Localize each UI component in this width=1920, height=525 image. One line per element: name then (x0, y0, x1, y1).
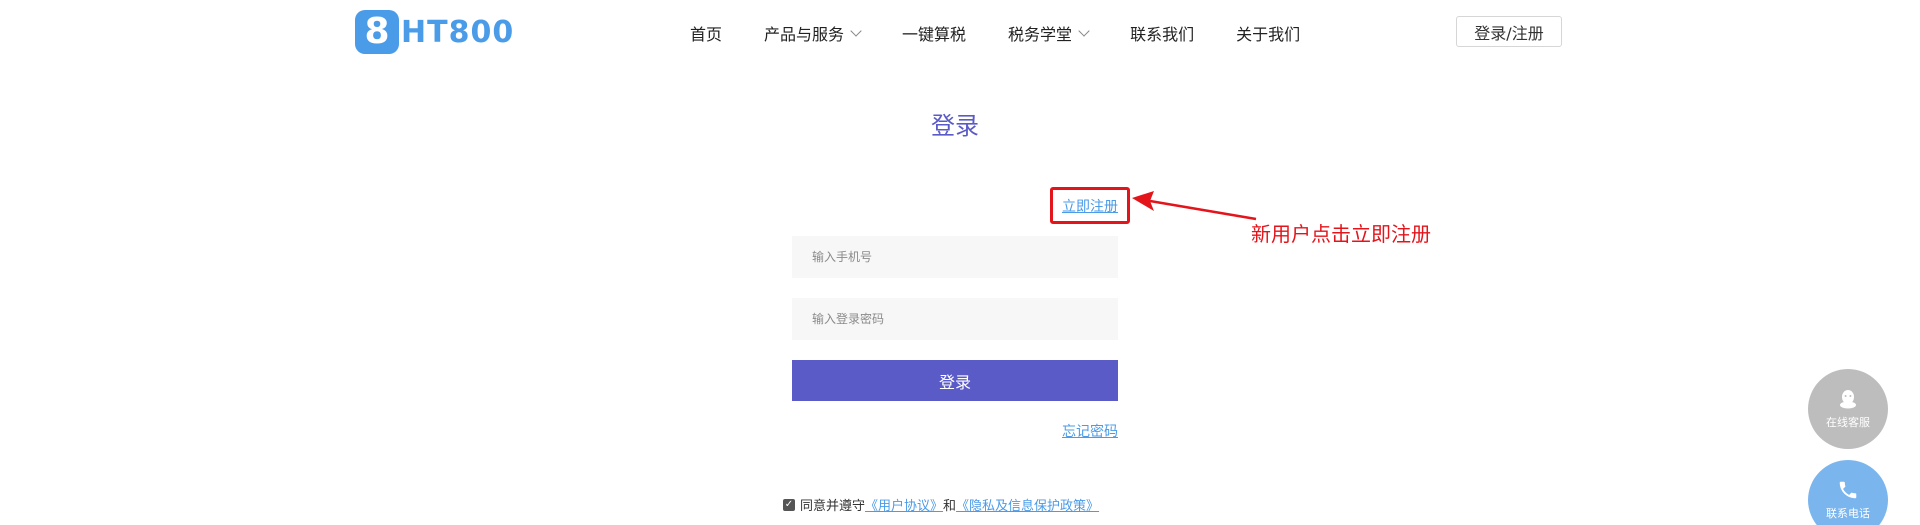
qq-icon (1840, 390, 1856, 409)
nav-item-label: 联系我们 (1130, 25, 1195, 44)
login-button[interactable]: 登录 (792, 360, 1118, 401)
nav-item-tax-school[interactable]: 税务学堂 (1008, 21, 1090, 45)
nav-item-label: 关于我们 (1236, 25, 1301, 44)
logo-badge: 8 (355, 10, 399, 54)
logo-text: HT800 (401, 14, 515, 50)
online-service-label: 在线客服 (1826, 416, 1870, 429)
nav-item-about[interactable]: 关于我们 (1236, 21, 1300, 45)
login-register-button[interactable]: 登录/注册 (1456, 16, 1562, 47)
online-service-button[interactable]: 在线客服 (1808, 369, 1888, 449)
main-nav: 首页 产品与服务 一键算税 税务学堂 联系我们 关于我们 (690, 20, 1342, 46)
nav-item-tax-calc[interactable]: 一键算税 (902, 21, 966, 45)
register-link-highlight: 立即注册 (1050, 187, 1130, 224)
privacy-policy-link[interactable]: 《隐私及信息保护政策》 (956, 495, 1099, 514)
logo[interactable]: 8 HT800 (355, 9, 514, 55)
annotation-arrow (1132, 191, 1257, 221)
agreement-and: 和 (943, 499, 957, 514)
header: 8 HT800 首页 产品与服务 一键算税 税务学堂 联系我们 关于我们 登录/… (0, 0, 1920, 64)
contact-phone-button[interactable]: 联系电话 (1808, 460, 1888, 525)
nav-item-label: 一键算税 (902, 25, 967, 44)
register-link[interactable]: 立即注册 (1062, 196, 1118, 216)
nav-item-contact[interactable]: 联系我们 (1130, 21, 1194, 45)
page-title: 登录 (931, 112, 979, 140)
forgot-password-link[interactable]: 忘记密码 (1050, 421, 1118, 441)
nav-item-label: 税务学堂 (1008, 25, 1073, 44)
user-agreement-link[interactable]: 《用户协议》 (865, 495, 943, 514)
agreement-checkbox[interactable]: ✓ (783, 498, 795, 511)
chevron-down-icon (1078, 24, 1090, 37)
agreement-prefix: 同意并遵守 (800, 499, 866, 514)
annotation-text: 新用户点击立即注册 (1251, 222, 1431, 246)
phone-input[interactable] (792, 236, 1118, 278)
phone-icon (1839, 481, 1857, 499)
nav-item-products[interactable]: 产品与服务 (764, 21, 862, 45)
nav-item-home[interactable]: 首页 (690, 21, 722, 45)
nav-item-label: 首页 (690, 25, 723, 44)
agreement-row: ✓ 同意并遵守 《用户协议》 和 《隐私及信息保护政策》 (783, 495, 1099, 514)
nav-item-label: 产品与服务 (764, 25, 845, 44)
contact-phone-label: 联系电话 (1826, 507, 1870, 520)
password-input[interactable] (792, 298, 1118, 340)
chevron-down-icon (850, 24, 862, 37)
